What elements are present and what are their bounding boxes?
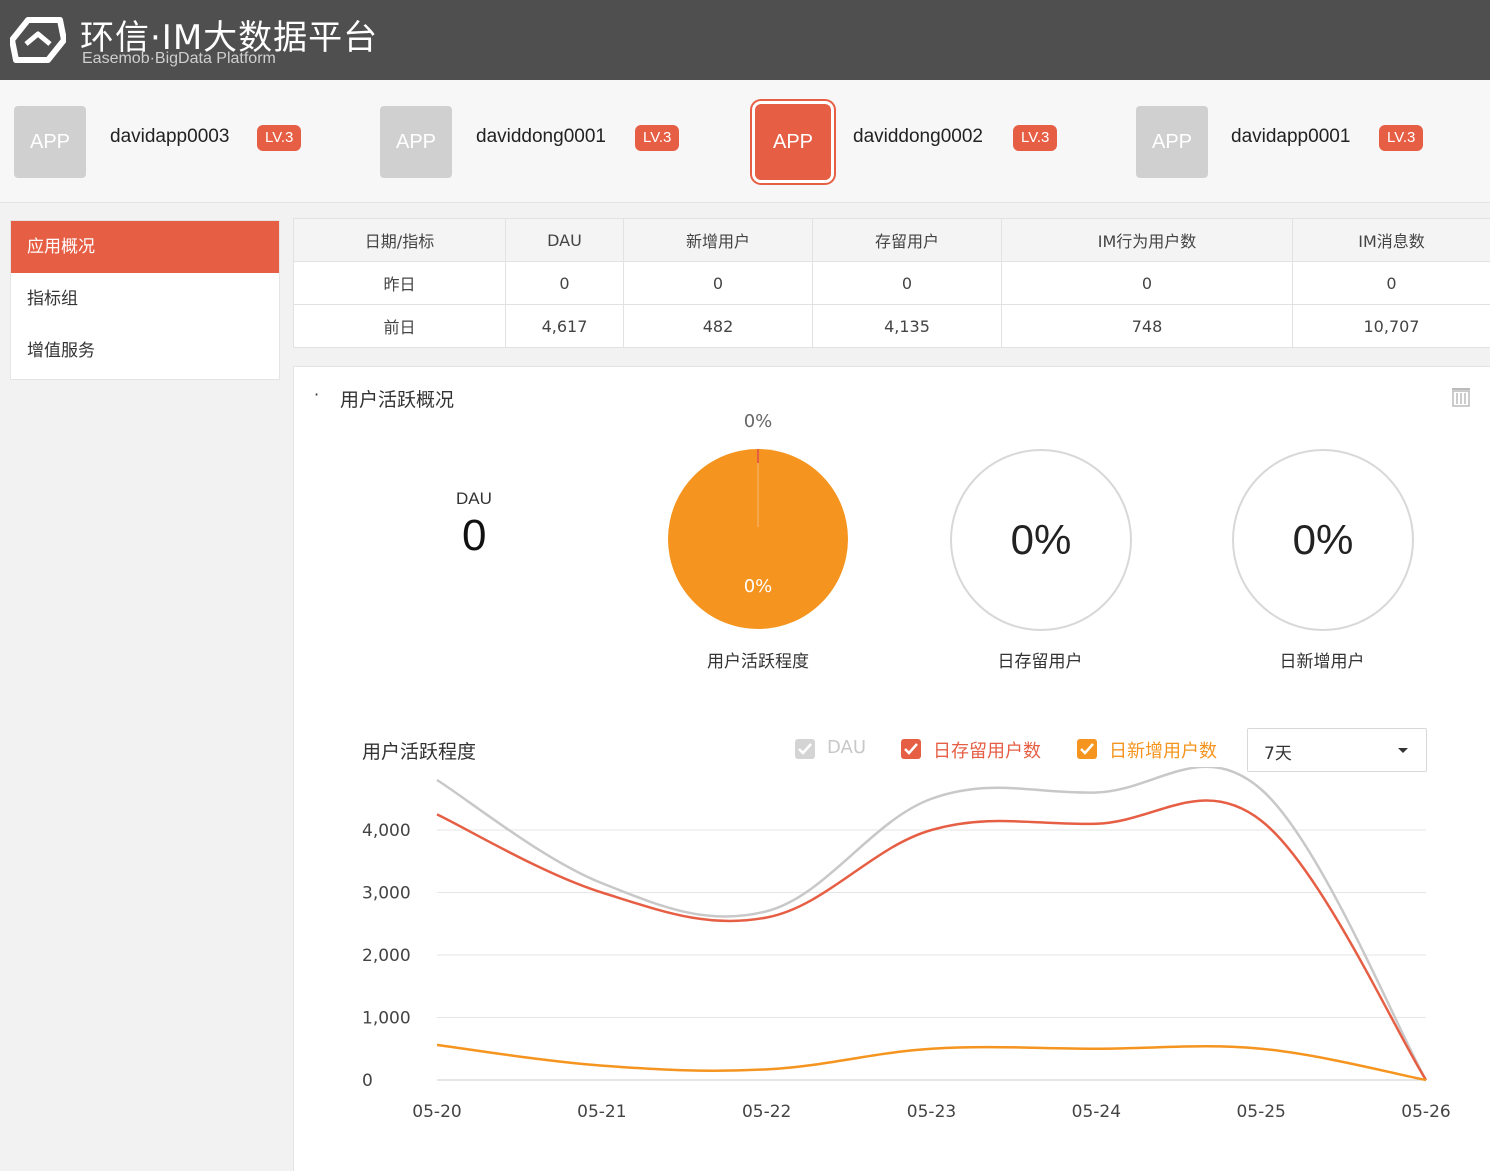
- app-selector-bar: APP davidapp0003 LV.3 APP daviddong0001 …: [0, 80, 1490, 203]
- checkbox-checked-icon[interactable]: [795, 739, 815, 759]
- table-cell: 4,135: [813, 305, 1002, 348]
- activity-pie-chart: [668, 449, 848, 629]
- table-cell: 前日: [294, 305, 506, 348]
- table-cell: 0: [624, 262, 813, 305]
- app-icon: APP: [755, 104, 831, 180]
- table-cell: 0: [1293, 262, 1490, 305]
- app-name: davidapp0001: [1231, 126, 1350, 148]
- pie-caption: 用户活跃程度: [658, 647, 858, 672]
- range-value: 7天: [1264, 739, 1292, 764]
- table-cell: 0: [813, 262, 1002, 305]
- x-tick-label: 05-23: [907, 1102, 956, 1122]
- trash-icon[interactable]: [1450, 385, 1472, 407]
- series-line-new: [437, 1045, 1426, 1080]
- table-header-row: 日期/指标 DAU 新增用户 存留用户 IM行为用户数 IM消息数: [294, 219, 1490, 262]
- app-name: davidapp0003: [110, 126, 229, 148]
- column-header: 日期/指标: [294, 219, 506, 262]
- table-cell: 4,617: [506, 305, 624, 348]
- series-line-dau: [437, 767, 1426, 1080]
- overview-panel: · 用户活跃概况 DAU 0 0% 0% 用户活跃程度 0% 日存留用户 0% …: [293, 366, 1490, 1171]
- table-cell: 昨日: [294, 262, 506, 305]
- table-cell: 0: [506, 262, 624, 305]
- column-header: 存留用户: [813, 219, 1002, 262]
- chart-title: 用户活跃程度: [362, 737, 476, 764]
- retained-caption: 日存留用户: [940, 647, 1140, 672]
- y-tick-label: 4,000: [362, 821, 411, 841]
- table-cell: 482: [624, 305, 813, 348]
- table-row: 昨日 0 0 0 0 0: [294, 262, 1490, 305]
- column-header: 新增用户: [624, 219, 813, 262]
- sidebar-item-metric-groups[interactable]: 指标组: [11, 273, 279, 325]
- sidebar-nav: 应用概况 指标组 增值服务: [10, 220, 280, 380]
- x-tick-label: 05-21: [577, 1102, 626, 1122]
- level-badge: LV.3: [1379, 125, 1423, 151]
- x-tick-label: 05-25: [1236, 1102, 1285, 1122]
- panel-title: 用户活跃概况: [340, 385, 454, 412]
- panel-bullet: ·: [314, 385, 319, 404]
- level-badge: LV.3: [1013, 125, 1057, 151]
- app-icon: APP: [14, 106, 86, 178]
- app-card-davidapp0003[interactable]: APP davidapp0003 LV.3: [14, 104, 324, 180]
- app-card-davidapp0001[interactable]: APP davidapp0001 LV.3: [1136, 104, 1456, 180]
- series-line-retained: [437, 801, 1426, 1080]
- table-cell: 10,707: [1293, 305, 1490, 348]
- app-icon: APP: [380, 106, 452, 178]
- retained-ring: 0%: [950, 449, 1132, 631]
- x-tick-label: 05-24: [1072, 1102, 1121, 1122]
- new-users-ring: 0%: [1232, 449, 1414, 631]
- column-header: IM消息数: [1293, 219, 1490, 262]
- easemob-logo-icon[interactable]: [10, 14, 66, 66]
- column-header: IM行为用户数: [1002, 219, 1293, 262]
- brand-subtitle: Easemob·BigData Platform: [82, 50, 276, 68]
- table-cell: 748: [1002, 305, 1293, 348]
- stats-table: 日期/指标 DAU 新增用户 存留用户 IM行为用户数 IM消息数 昨日 0 0…: [293, 218, 1490, 348]
- y-tick-label: 0: [362, 1071, 373, 1091]
- app-name: daviddong0002: [853, 126, 983, 148]
- sidebar-item-value-added[interactable]: 增值服务: [11, 325, 279, 377]
- app-card-daviddong0001[interactable]: APP daviddong0001 LV.3: [380, 104, 700, 180]
- table-cell: 0: [1002, 262, 1293, 305]
- dau-label: DAU: [456, 489, 492, 509]
- y-tick-label: 1,000: [362, 1009, 411, 1029]
- new-users-caption: 日新增用户: [1222, 647, 1422, 672]
- range-select[interactable]: 7天: [1247, 728, 1427, 772]
- top-header: 环信·IM大数据平台 Easemob·BigData Platform: [0, 0, 1490, 80]
- table-row: 前日 4,617 482 4,135 748 10,707: [294, 305, 1490, 348]
- sidebar-item-overview[interactable]: 应用概况: [11, 221, 279, 273]
- chevron-down-icon: [1398, 748, 1408, 753]
- pie-top-label: 0%: [728, 411, 788, 432]
- y-tick-label: 2,000: [362, 946, 411, 966]
- x-tick-label: 05-22: [742, 1102, 791, 1122]
- app-card-daviddong0002[interactable]: APP daviddong0002 LV.3: [755, 104, 1075, 180]
- dau-value: 0: [462, 511, 486, 561]
- legend-label: 日存留用户数: [933, 737, 1041, 763]
- legend-label: 日新增用户数: [1109, 737, 1217, 763]
- x-tick-label: 05-26: [1401, 1102, 1450, 1122]
- activity-line-chart: 0 1,000 2,000 3,000 4,000 05-20 05-21 05-22 05-2…: [294, 767, 1490, 1171]
- checkbox-checked-icon[interactable]: [1077, 739, 1097, 759]
- column-header: DAU: [506, 219, 624, 262]
- checkbox-checked-icon[interactable]: [901, 739, 921, 759]
- level-badge: LV.3: [635, 125, 679, 151]
- legend-label: DAU: [827, 737, 866, 758]
- x-tick-label: 05-20: [412, 1102, 461, 1122]
- pie-inner-label: 0%: [728, 576, 788, 597]
- app-icon: APP: [1136, 106, 1208, 178]
- level-badge: LV.3: [257, 125, 301, 151]
- y-tick-label: 3,000: [362, 884, 411, 904]
- app-name: daviddong0001: [476, 126, 606, 148]
